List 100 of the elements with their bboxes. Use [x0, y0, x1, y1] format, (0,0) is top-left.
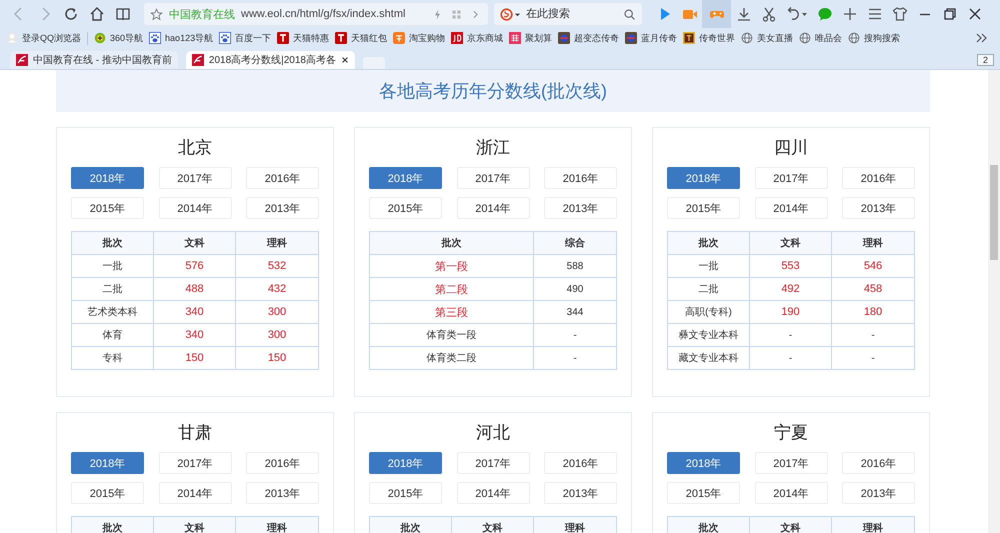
bookmark-link[interactable]: hao123导航 — [149, 32, 214, 44]
bookmark-link[interactable]: 天猫特惠 — [277, 32, 330, 44]
address-bar[interactable]: 中国教育在线 www.eol.cn/html/g/fsx/index.shtml — [144, 3, 488, 25]
table-cell: 二批 — [668, 278, 750, 300]
menu-icon[interactable] — [866, 6, 882, 22]
table-cell: 553 — [750, 255, 832, 277]
bookmark-link[interactable]: 传奇世界 — [683, 32, 736, 44]
home-icon[interactable] — [89, 6, 105, 22]
year-button[interactable]: 2013年 — [246, 197, 319, 219]
column-header: 理科 — [266, 522, 288, 533]
undo-icon[interactable] — [786, 6, 808, 22]
plus-circle-icon — [94, 32, 106, 44]
year-button[interactable]: 2013年 — [246, 482, 319, 504]
table-cell: 一批 — [72, 255, 154, 277]
scrollbar-thumb[interactable] — [990, 165, 998, 260]
bookmark-link[interactable]: 超变态传奇 — [558, 32, 620, 44]
year-button[interactable]: 2014年 — [456, 197, 530, 219]
year-button[interactable]: 2016年 — [842, 452, 915, 474]
table-cell-text: 180 — [862, 305, 884, 320]
year-button[interactable]: 2015年 — [667, 482, 740, 504]
bookmark-link[interactable]: 聚划算 — [509, 32, 552, 44]
year-button[interactable]: 2014年 — [158, 197, 232, 219]
year-button[interactable]: 2016年 — [544, 167, 617, 189]
year-button[interactable]: 2014年 — [456, 482, 530, 504]
search-field[interactable]: 在此搜索 — [494, 3, 642, 25]
shirt-icon[interactable] — [892, 6, 908, 22]
year-button[interactable]: 2015年 — [369, 482, 442, 504]
year-button[interactable]: 2013年 — [842, 482, 915, 504]
column-header: 文科 — [154, 232, 236, 254]
table-cell: 第一段 — [370, 255, 534, 277]
year-button[interactable]: 2017年 — [754, 167, 828, 189]
bookmark-link[interactable]: 唯品会 — [799, 32, 842, 44]
year-button[interactable]: 2015年 — [667, 197, 740, 219]
year-button[interactable]: 2016年 — [246, 452, 319, 474]
browser-tab[interactable]: 2018高考分数线|2018高考各 — [186, 51, 355, 69]
table-cell-text: 588 — [566, 260, 584, 274]
bookmark-link[interactable]: 淘宝购物 — [393, 32, 446, 44]
caret-icon — [514, 10, 521, 18]
bookmark-link[interactable]: 登录QQ浏览器 — [6, 32, 82, 44]
year-button[interactable]: 2014年 — [158, 482, 232, 504]
year-button[interactable]: 2015年 — [71, 197, 144, 219]
table-cell-text: 150 — [266, 351, 288, 366]
year-button[interactable]: 2017年 — [158, 167, 232, 189]
year-button[interactable]: 2014年 — [754, 482, 828, 504]
table-cell: 二批 — [72, 278, 154, 300]
column-header: 理科 — [266, 236, 288, 251]
year-button[interactable]: 2018年 — [71, 452, 144, 474]
game-logo-icon — [683, 32, 696, 44]
province-title: 宁夏 — [773, 422, 809, 444]
year-button[interactable]: 2013年 — [544, 482, 617, 504]
table-cell-text: 300 — [266, 305, 288, 320]
year-button[interactable]: 2017年 — [456, 452, 530, 474]
site-logo-icon — [16, 54, 28, 66]
year-button[interactable]: 2016年 — [842, 167, 915, 189]
reload-icon[interactable] — [63, 6, 79, 22]
year-button[interactable]: 2015年 — [369, 197, 442, 219]
scrollbar[interactable] — [988, 70, 1000, 533]
column-header: 文科 — [452, 517, 534, 533]
year-button[interactable]: 2018年 — [369, 452, 442, 474]
year-button[interactable]: 2018年 — [667, 452, 740, 474]
download-icon[interactable] — [736, 6, 752, 22]
table-cell-text: 546 — [862, 259, 884, 274]
year-button[interactable]: 2018年 — [71, 167, 144, 189]
restore-icon[interactable] — [942, 6, 958, 22]
bookmark-link[interactable]: 搜狗搜索 — [848, 32, 900, 44]
avatar-icon — [6, 32, 18, 44]
bookmark-link[interactable]: 美女直播 — [741, 32, 794, 44]
close-icon[interactable] — [340, 56, 349, 64]
bookmark-link[interactable]: 蓝月传奇 — [625, 32, 678, 44]
year-button[interactable]: 2017年 — [754, 452, 828, 474]
year-button[interactable]: 2018年 — [369, 167, 442, 189]
scissors-icon[interactable] — [760, 6, 776, 22]
year-button[interactable]: 2013年 — [544, 197, 617, 219]
globe-icon — [848, 32, 860, 44]
table-cell: 492 — [750, 278, 832, 300]
year-button[interactable]: 2013年 — [842, 197, 915, 219]
table-cell-text: 344 — [566, 306, 584, 320]
bookmark-link[interactable]: 百度一下 — [219, 32, 272, 44]
year-button[interactable]: 2018年 — [667, 167, 740, 189]
table-cell-text: - — [870, 328, 876, 342]
browser-tab[interactable]: 中国教育在线 - 推动中国教育前 — [10, 51, 178, 69]
plus-icon[interactable] — [842, 6, 858, 22]
tab-count[interactable]: 2 — [976, 54, 994, 66]
year-button[interactable]: 2015年 — [71, 482, 144, 504]
book-icon[interactable] — [115, 6, 131, 22]
bookmark-link[interactable]: 天猫红包 — [335, 32, 388, 44]
close-icon[interactable] — [966, 6, 982, 22]
year-button[interactable]: 2016年 — [246, 167, 319, 189]
year-button[interactable]: 2017年 — [456, 167, 530, 189]
year-button[interactable]: 2016年 — [544, 452, 617, 474]
column-header: 理科 — [862, 522, 884, 533]
table-cell-text: 458 — [862, 282, 884, 297]
year-button[interactable]: 2017年 — [158, 452, 232, 474]
province-title: 四川 — [773, 137, 809, 159]
year-button[interactable]: 2014年 — [754, 197, 828, 219]
province-title: 北京 — [177, 137, 213, 159]
bookmark-link[interactable]: 京东商城 — [451, 32, 504, 44]
bookmark-link[interactable]: 360导航 — [94, 32, 144, 44]
table-cell: 340 — [154, 324, 236, 346]
search-input[interactable]: 在此搜索 — [526, 8, 618, 20]
